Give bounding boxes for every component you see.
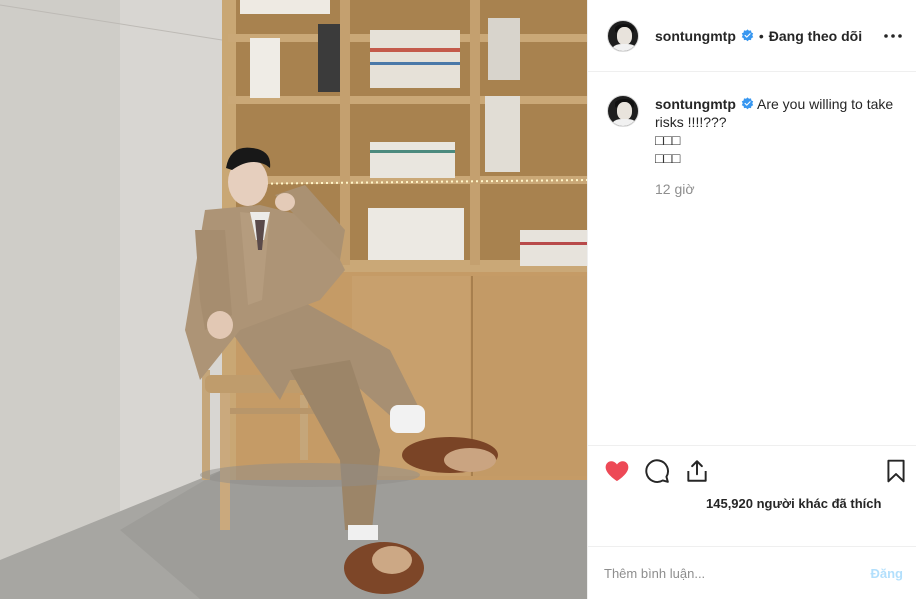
following-button[interactable]: Đang theo dõi [769, 28, 862, 44]
post-actions: 145,920 người khác đã thích [588, 445, 916, 545]
post-time[interactable]: 12 giờ [655, 180, 907, 198]
share-icon[interactable] [684, 458, 710, 484]
verified-badge-icon [741, 29, 754, 42]
comment-input[interactable] [604, 565, 871, 581]
caption-line: □□□ [655, 150, 681, 166]
caption-username[interactable]: sontungmtp [655, 96, 736, 112]
more-options-icon[interactable] [881, 24, 905, 48]
separator-dot: • [758, 27, 764, 44]
post-comment-button[interactable]: Đăng [871, 566, 904, 581]
post-sidebar: sontungmtp • Đang theo dõi sontungmtp Ar… [587, 0, 916, 599]
verified-badge-icon [741, 97, 754, 110]
comment-icon[interactable] [644, 458, 670, 484]
bookmark-icon[interactable] [883, 458, 909, 484]
caption-line: □□□ [655, 132, 681, 148]
header-username[interactable]: sontungmtp [655, 28, 736, 44]
post-header: sontungmtp • Đang theo dõi [588, 0, 916, 72]
photo-illustration [0, 0, 587, 599]
caption-avatar[interactable] [607, 95, 639, 127]
post-caption: sontungmtp Are you willing to take risks… [607, 95, 907, 198]
avatar[interactable] [607, 19, 639, 52]
heart-icon[interactable] [604, 458, 630, 484]
comment-bar: Đăng [588, 546, 916, 599]
likes-count[interactable]: 145,920 người khác đã thích [706, 496, 881, 511]
post-photo[interactable] [0, 0, 587, 599]
